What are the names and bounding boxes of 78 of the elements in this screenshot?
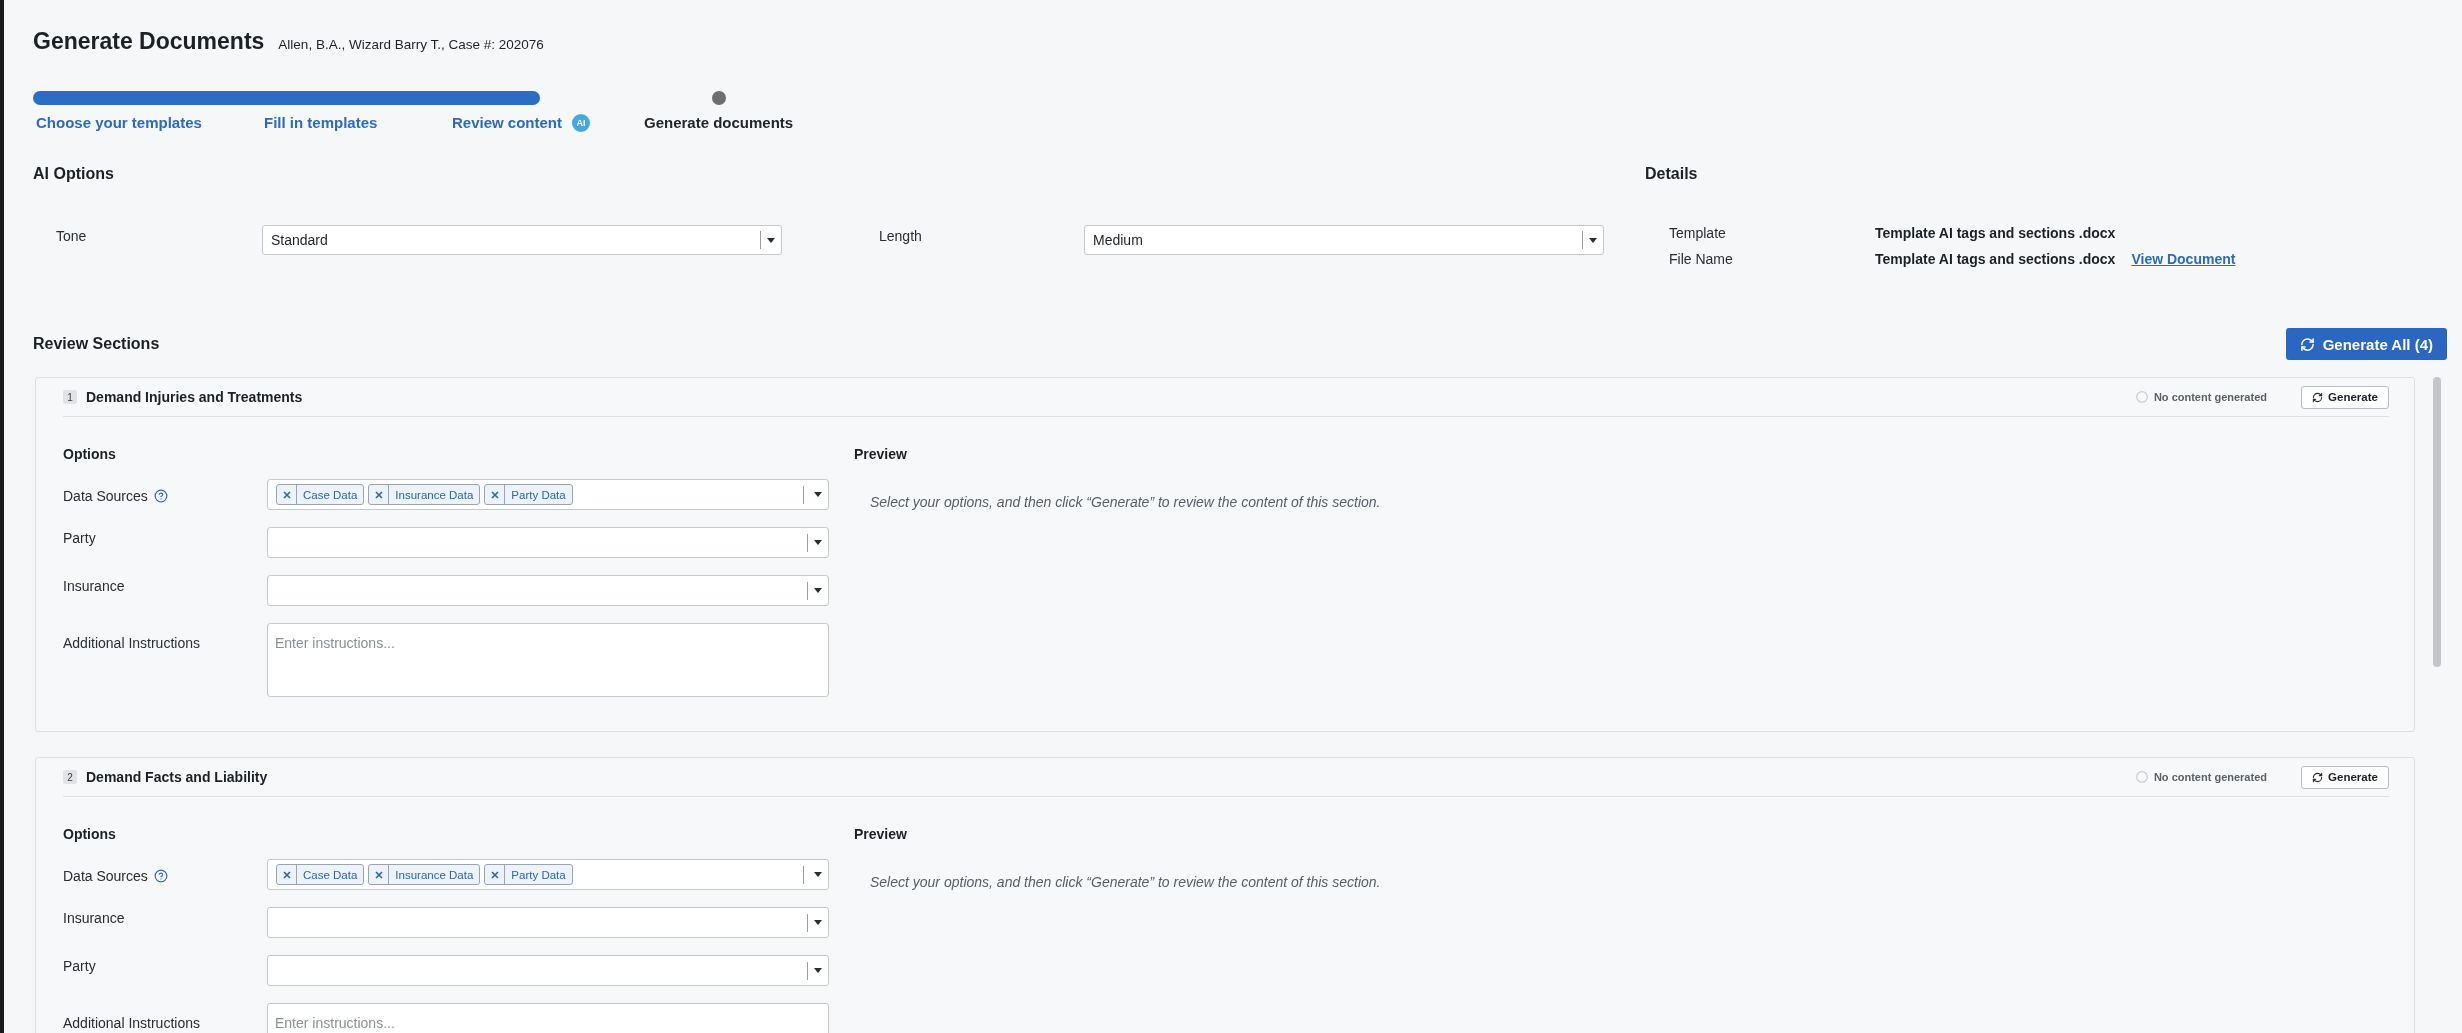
dropdown-field[interactable] — [267, 955, 829, 986]
scrollbar-thumb[interactable] — [2433, 377, 2441, 667]
multi-select-field[interactable]: Case Data Insurance Data Party Data — [267, 479, 829, 510]
field-label: Additional Instructions — [63, 1014, 200, 1033]
section-title: Demand Facts and Liability — [86, 769, 268, 785]
detail-label: Template — [1669, 224, 1726, 243]
caret-icon[interactable] — [814, 588, 822, 593]
section-number: 2 — [63, 770, 77, 784]
page-title: Generate Documents — [33, 27, 265, 56]
step-link[interactable]: Fill in templates — [264, 113, 378, 133]
x-icon[interactable] — [374, 490, 383, 499]
refresh-icon — [2312, 771, 2324, 783]
section-title: Demand Injuries and Treatments — [86, 389, 303, 405]
case-subtitle: Allen, B.A., Wizard Barry T., Case #: 202076 — [278, 37, 544, 52]
caret-icon[interactable] — [814, 968, 822, 973]
dropdown-field[interactable]: Standard — [262, 225, 782, 255]
field-label: Additional Instructions — [63, 634, 200, 653]
options-heading: Options — [63, 825, 116, 844]
help-icon[interactable] — [153, 869, 168, 883]
x-icon[interactable] — [490, 490, 499, 499]
field-label: Party — [63, 957, 96, 976]
tag-label: Case Data — [302, 487, 359, 503]
tag-label: Case Data — [302, 867, 359, 883]
field-label: Data Sources — [63, 867, 148, 886]
step-link[interactable]: Choose your templates — [36, 113, 202, 133]
caret-icon[interactable] — [1589, 237, 1597, 243]
dropdown-field[interactable] — [267, 527, 829, 558]
caret-icon[interactable] — [814, 872, 822, 877]
status-ring-icon — [2135, 771, 2148, 783]
caret-icon[interactable] — [814, 920, 822, 925]
dropdown-field[interactable] — [267, 907, 829, 938]
field-label: Length — [879, 227, 922, 246]
field-label: Tone — [56, 227, 87, 246]
options-heading: Options — [63, 445, 116, 464]
field-label: Insurance — [63, 909, 125, 928]
preview-heading: Preview — [854, 825, 907, 844]
instructions-field[interactable]: Enter instructions... — [267, 623, 829, 697]
step-link[interactable]: Review content — [452, 113, 563, 133]
generate-button[interactable]: Generate — [2301, 385, 2389, 409]
field-label: Data Sources — [63, 487, 148, 506]
field-label: Party — [63, 529, 96, 548]
caret-icon[interactable] — [767, 237, 775, 243]
multi-select-field[interactable]: Case Data Insurance Data Party Data — [267, 859, 829, 890]
field-label: Insurance — [63, 577, 125, 596]
generate-button[interactable]: Generate — [2301, 765, 2389, 789]
dropdown-field[interactable] — [267, 575, 829, 606]
x-icon[interactable] — [490, 870, 499, 879]
x-icon[interactable] — [282, 490, 291, 499]
step-label: Generate documents — [644, 113, 794, 133]
detail-value: Template AI tags and sections .docx — [1875, 251, 2116, 267]
status-ring-icon — [2135, 391, 2148, 403]
section-heading: AI Options — [33, 164, 114, 184]
dropdown-field[interactable]: Medium — [1084, 225, 1604, 255]
instructions-field[interactable]: Enter instructions... — [267, 1003, 829, 1033]
status-text: No content generated — [2153, 391, 2267, 403]
preview-hint: Select your options, and then click “Generate” to review the content of this section. — [870, 493, 1381, 512]
detail-label: File Name — [1669, 250, 1733, 269]
tag-label: Insurance Data — [394, 867, 475, 883]
refresh-icon — [2299, 336, 2315, 352]
ai-badge: AI — [572, 114, 591, 132]
preview-heading: Preview — [854, 445, 907, 464]
help-icon[interactable] — [153, 489, 168, 503]
x-icon[interactable] — [282, 870, 291, 879]
document-link[interactable]: View Document — [2131, 251, 2236, 267]
caret-icon[interactable] — [814, 492, 822, 497]
tag-label: Party Data — [510, 487, 567, 503]
caret-icon[interactable] — [814, 540, 822, 545]
preview-hint: Select your options, and then click “Generate” to review the content of this section. — [870, 873, 1381, 892]
section-number: 1 — [63, 390, 77, 404]
section-heading: Review Sections — [33, 334, 160, 354]
section-heading: Details — [1645, 164, 1698, 184]
status-text: No content generated — [2153, 771, 2267, 783]
tag-label: Party Data — [510, 867, 567, 883]
refresh-icon — [2312, 391, 2324, 403]
generate-all-button[interactable]: Generate All (4) — [2285, 328, 2447, 360]
tag-label: Insurance Data — [394, 487, 475, 503]
x-icon[interactable] — [374, 870, 383, 879]
detail-value: Template AI tags and sections .docx — [1875, 225, 2116, 241]
